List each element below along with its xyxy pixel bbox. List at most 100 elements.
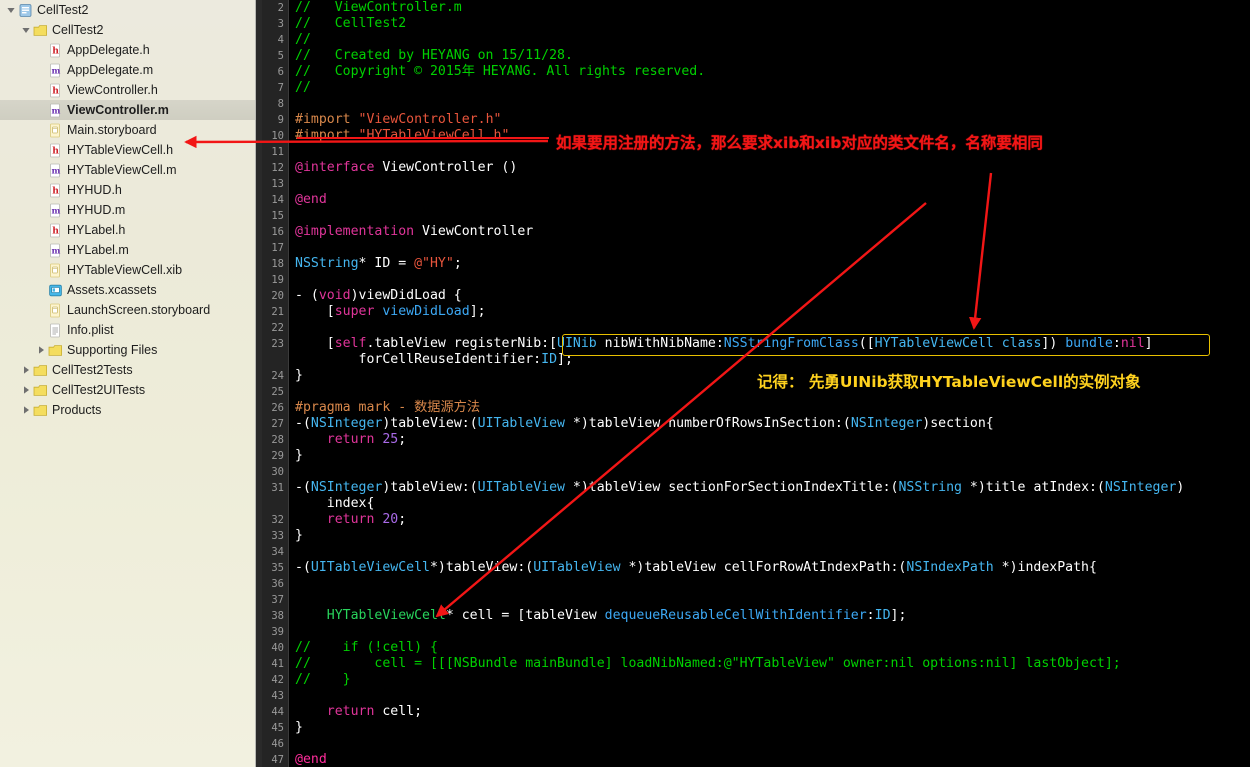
chevron-right-icon[interactable] xyxy=(34,345,47,355)
navigator-item-celltest2[interactable]: CellTest2 xyxy=(0,20,255,40)
code-line[interactable]: return 20; xyxy=(295,512,1250,528)
line-number: 46 xyxy=(271,738,284,750)
code-line[interactable] xyxy=(295,240,1250,256)
line-number: 35 xyxy=(271,562,284,574)
code-token: ]; xyxy=(469,304,486,319)
line-number: 5 xyxy=(277,50,284,62)
code-line[interactable] xyxy=(295,464,1250,480)
code-line[interactable]: HYTableViewCell* cell = [tableView deque… xyxy=(295,608,1250,624)
code-line[interactable]: // Created by HEYANG on 15/11/28. xyxy=(295,48,1250,64)
code-line[interactable]: [super viewDidLoad]; xyxy=(295,304,1250,320)
code-line[interactable]: index{ xyxy=(295,496,1250,512)
code-line[interactable] xyxy=(295,544,1250,560)
chevron-right-icon[interactable] xyxy=(19,365,32,375)
project-navigator[interactable]: CellTest2 CellTest2 h AppDelegate.h m AppDele… xyxy=(0,0,256,767)
code-line[interactable] xyxy=(295,592,1250,608)
chevron-right-icon[interactable] xyxy=(19,405,32,415)
navigator-item-appdelegate-h[interactable]: h AppDelegate.h xyxy=(0,40,255,60)
navigator-item-hylabel-m[interactable]: m HYLabel.m xyxy=(0,240,255,260)
code-line[interactable]: - (void)viewDidLoad { xyxy=(295,288,1250,304)
chevron-right-icon[interactable] xyxy=(19,385,32,395)
navigator-item-launchscreen-storyboard[interactable]: LaunchScreen.storyboard xyxy=(0,300,255,320)
navigator-item-celltest2tests[interactable]: CellTest2Tests xyxy=(0,360,255,380)
code-token: 20 xyxy=(382,512,399,527)
code-line[interactable]: forCellReuseIdentifier:ID]; xyxy=(295,352,1250,368)
line-number: 26 xyxy=(271,402,284,414)
navigator-item-hyhud-m[interactable]: m HYHUD.m xyxy=(0,200,255,220)
code-line[interactable]: @interface ViewController () xyxy=(295,160,1250,176)
code-line[interactable]: -(NSInteger)tableView:(UITableView *)tab… xyxy=(295,416,1250,432)
code-token: return xyxy=(295,432,383,447)
code-token: // xyxy=(295,32,311,47)
code-token: HYTableViewCell class xyxy=(874,336,1042,351)
navigator-item-hytableviewcell-xib[interactable]: HYTableViewCell.xib xyxy=(0,260,255,280)
chevron-down-icon[interactable] xyxy=(4,5,17,15)
code-line[interactable]: NSString* ID = @"HY"; xyxy=(295,256,1250,272)
code-line[interactable]: // cell = [[[NSBundle mainBundle] loadNi… xyxy=(295,656,1250,672)
code-line[interactable]: [self.tableView registerNib:[UINib nibWi… xyxy=(295,336,1250,352)
code-token: void xyxy=(318,288,351,303)
line-number: 40 xyxy=(271,642,284,654)
line-number: 23 xyxy=(271,338,284,350)
code-line[interactable]: -(UITableViewCell*)tableView:(UITableVie… xyxy=(295,560,1250,576)
code-line[interactable]: // CellTest2 xyxy=(295,16,1250,32)
code-line[interactable]: @end xyxy=(295,752,1250,767)
code-line[interactable]: return cell; xyxy=(295,704,1250,720)
code-line[interactable]: #import "ViewController.h" xyxy=(295,112,1250,128)
navigator-item-main-storyboard[interactable]: Main.storyboard xyxy=(0,120,255,140)
navigator-item-hytableviewcell-m[interactable]: m HYTableViewCell.m xyxy=(0,160,255,180)
navigator-item-assets-xcassets[interactable]: Assets.xcassets xyxy=(0,280,255,300)
line-number: 13 xyxy=(271,178,284,190)
code-line[interactable] xyxy=(295,176,1250,192)
code-line[interactable]: -(NSInteger)tableView:(UITableView *)tab… xyxy=(295,480,1250,496)
code-token: self xyxy=(334,336,367,351)
navigator-item-celltest2[interactable]: CellTest2 xyxy=(0,0,255,20)
code-line[interactable]: // Copyright © 2015年 HEYANG. All rights … xyxy=(295,64,1250,80)
code-line[interactable]: // xyxy=(295,32,1250,48)
navigator-item-info-plist[interactable]: Info.plist xyxy=(0,320,255,340)
code-line[interactable]: @implementation ViewController xyxy=(295,224,1250,240)
navigator-item-hylabel-h[interactable]: h HYLabel.h xyxy=(0,220,255,240)
code-line[interactable] xyxy=(295,688,1250,704)
code-line[interactable] xyxy=(295,208,1250,224)
navigator-item-label: HYHUD.m xyxy=(67,203,126,217)
code-line[interactable]: // ViewController.m xyxy=(295,0,1250,16)
code-token: nibWithNibName: xyxy=(596,336,724,351)
code-line[interactable] xyxy=(295,736,1250,752)
navigator-item-products[interactable]: Products xyxy=(0,400,255,420)
code-line[interactable]: } xyxy=(295,448,1250,464)
code-line[interactable] xyxy=(295,96,1250,112)
chevron-down-icon[interactable] xyxy=(19,25,32,35)
code-line[interactable]: // } xyxy=(295,672,1250,688)
code-line[interactable]: @end xyxy=(295,192,1250,208)
code-line[interactable] xyxy=(295,624,1250,640)
code-line[interactable]: // xyxy=(295,80,1250,96)
code-line[interactable] xyxy=(295,576,1250,592)
line-number: 32 xyxy=(271,514,284,526)
navigator-item-hyhud-h[interactable]: h HYHUD.h xyxy=(0,180,255,200)
xcode-window: CellTest2 CellTest2 h AppDelegate.h m AppDele… xyxy=(0,0,1250,767)
line-number: 14 xyxy=(271,194,284,206)
code-line[interactable]: } xyxy=(295,720,1250,736)
navigator-item-appdelegate-m[interactable]: m AppDelegate.m xyxy=(0,60,255,80)
code-line[interactable] xyxy=(295,320,1250,336)
navigator-item-hytableviewcell-h[interactable]: h HYTableViewCell.h xyxy=(0,140,255,160)
code-line[interactable]: #pragma mark - 数据源方法 xyxy=(295,400,1250,416)
code-line[interactable]: } xyxy=(295,528,1250,544)
navigator-item-celltest2uitests[interactable]: CellTest2UITests xyxy=(0,380,255,400)
navigator-item-label: Products xyxy=(52,403,102,417)
navigator-item-viewcontroller-h[interactable]: h ViewController.h xyxy=(0,80,255,100)
code-token: NSInteger xyxy=(1104,480,1177,495)
code-token: } xyxy=(295,448,303,463)
code-token: )tableView:( xyxy=(382,480,478,495)
code-line[interactable]: // if (!cell) { xyxy=(295,640,1250,656)
code-line[interactable] xyxy=(295,272,1250,288)
navigator-item-viewcontroller-m[interactable]: m ViewController.m xyxy=(0,100,255,120)
line-number: 38 xyxy=(271,610,284,622)
code-token: ]; xyxy=(890,608,907,623)
code-line[interactable]: return 25; xyxy=(295,432,1250,448)
code-token: *)tableView:( xyxy=(429,560,534,575)
navigator-item-supporting-files[interactable]: Supporting Files xyxy=(0,340,255,360)
code-token: NSInteger xyxy=(310,480,383,495)
